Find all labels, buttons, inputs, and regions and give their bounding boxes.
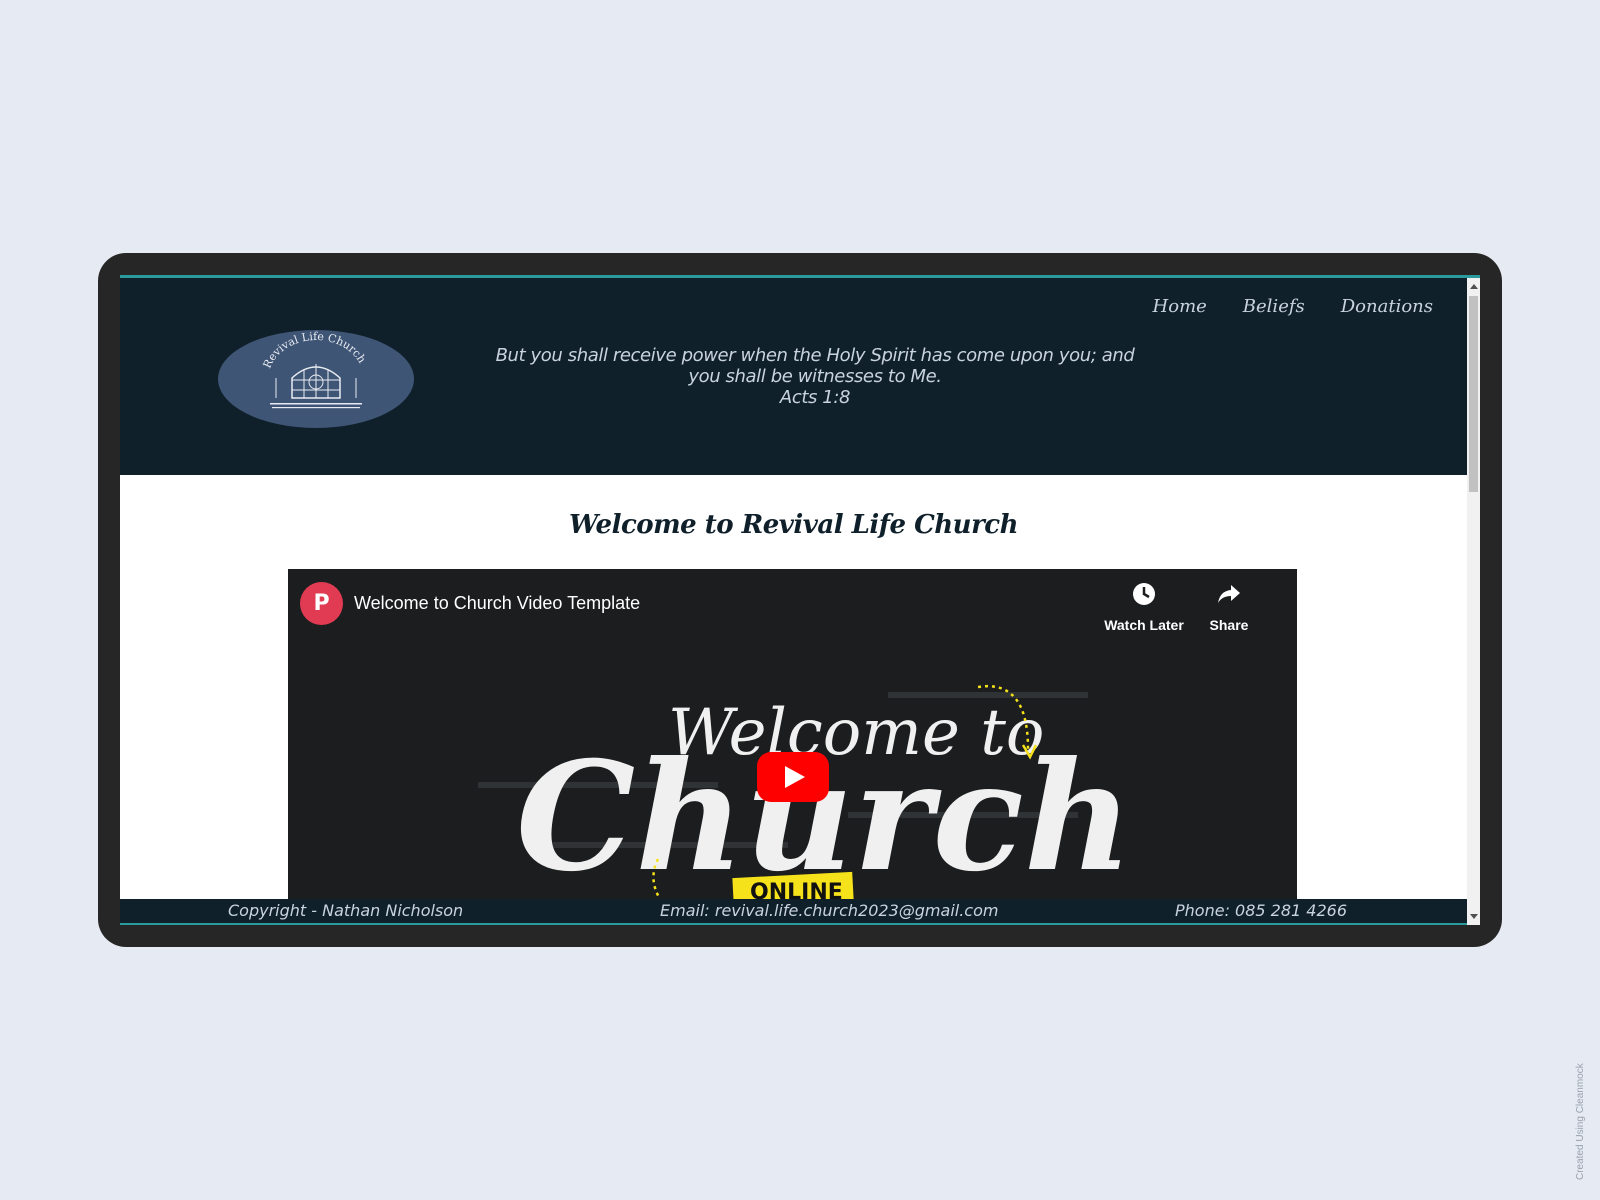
church-window-icon: Revival Life Church [261,330,369,409]
thumbnail-banner: ONLINE [750,880,843,899]
channel-avatar[interactable]: P [300,582,343,625]
scroll-up-arrow-icon[interactable] [1470,284,1478,289]
watermark: Created Using Cleanmock [1575,1063,1586,1180]
share-button[interactable]: Share [1184,581,1274,633]
play-button[interactable] [757,752,829,802]
browser-viewport: Revival Life Church Home Beliefs Donatio… [120,275,1480,925]
scripture-verse: But you shall receive power when the Hol… [475,345,1155,408]
youtube-embed[interactable]: Welcome to Church ONLINE P Welcome to Ch… [288,569,1297,899]
nav-home[interactable]: Home [1153,296,1207,317]
device-frame: Revival Life Church Home Beliefs Donatio… [98,253,1502,947]
church-logo[interactable]: Revival Life Church [218,330,414,428]
verse-reference: Acts 1:8 [779,387,851,408]
scroll-down-arrow-icon[interactable] [1470,914,1478,919]
site-footer: Copyright - Nathan Nicholson Email: revi… [120,899,1467,925]
share-label: Share [1209,617,1249,633]
nav-beliefs[interactable]: Beliefs [1243,296,1305,317]
vertical-scrollbar[interactable] [1467,278,1480,925]
footer-copyright: Copyright - Nathan Nicholson [228,901,464,920]
footer-email[interactable]: Email: revival.life.church2023@gmail.com [660,901,998,920]
clock-icon [1099,581,1189,611]
footer-phone[interactable]: Phone: 085 281 4266 [1175,901,1347,920]
svg-text:Revival Life Church: Revival Life Church [261,330,369,370]
video-title[interactable]: Welcome to Church Video Template [354,593,640,614]
page-title: Welcome to Revival Life Church [568,510,1019,541]
watch-later-button[interactable]: Watch Later [1099,581,1189,633]
watch-later-label: Watch Later [1104,617,1184,633]
nav-donations[interactable]: Donations [1341,296,1433,317]
site-header: Revival Life Church Home Beliefs Donatio… [120,278,1467,475]
logo-text: Revival Life Church [261,330,369,370]
scrollbar-thumb[interactable] [1469,296,1478,492]
verse-line-2: you shall be witnesses to Me. [688,366,942,387]
verse-line-1: But you shall receive power when the Hol… [495,345,1135,366]
share-icon [1184,581,1274,611]
main-nav: Home Beliefs Donations [1153,296,1433,317]
